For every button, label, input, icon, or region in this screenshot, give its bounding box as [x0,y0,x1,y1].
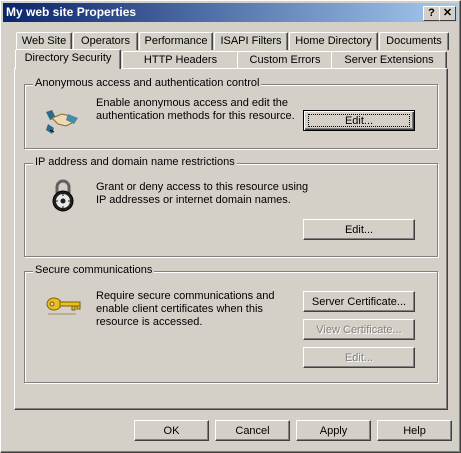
button-label: View Certificate... [316,324,402,336]
tab-custom-errors[interactable]: Custom Errors [237,51,333,69]
description-line: enable client certificates when this [96,303,263,315]
anonymous-edit-button[interactable]: Edit... [303,110,415,131]
description-line: Enable anonymous access and edit the [96,97,289,109]
tab-http-headers[interactable]: HTTP Headers [122,51,239,69]
server-certificate-button[interactable]: Server Certificate... [303,291,415,312]
tab-isapi-filters[interactable]: ISAPI Filters [214,32,288,50]
help-button[interactable]: Help [377,420,452,441]
ip-restrictions-group: IP address and domain name restrictions [24,156,438,257]
tab-home-directory[interactable]: Home Directory [289,32,378,50]
tab-operators[interactable]: Operators [73,32,138,50]
cancel-button[interactable]: Cancel [215,420,290,441]
description-line: Require secure communications and [96,290,275,302]
close-icon[interactable]: ✕ [439,6,456,21]
tab-web-site[interactable]: Web Site [16,32,72,50]
button-label: Edit... [344,352,374,364]
group-title: IP address and domain name restrictions [33,156,237,168]
tab-directory-security[interactable]: Directory Security [15,49,121,69]
description-line: Grant or deny access to this resource us… [96,181,309,193]
tab-performance[interactable]: Performance [139,32,213,50]
button-label: Edit... [344,115,374,127]
secure-description: Require secure communications and enable… [96,290,286,329]
window-title: My web site Properties [6,5,137,19]
ok-button[interactable]: OK [134,420,209,441]
group-title: Secure communications [33,264,155,276]
button-label: Edit... [344,224,374,236]
key-icon [46,294,82,321]
anonymous-description: Enable anonymous access and edit the aut… [96,97,296,123]
padlock-icon [51,179,75,216]
apply-button[interactable]: Apply [296,420,371,441]
view-certificate-button[interactable]: View Certificate... [303,319,415,340]
button-label: Server Certificate... [311,296,407,308]
secure-edit-button[interactable]: Edit... [303,347,415,368]
button-label: Cancel [235,425,270,437]
handshake-icon [44,106,80,139]
description-line: authentication methods for this resource… [96,110,295,122]
button-label: OK [163,425,180,437]
button-label: Help [403,425,426,437]
description-line: IP addresses or internet domain names. [96,194,291,206]
description-line: resource is accessed. [96,316,203,328]
title-bar[interactable]: My web site Properties ? ✕ [3,3,458,22]
ip-description: Grant or deny access to this resource us… [96,181,316,207]
group-title: Anonymous access and authentication cont… [33,77,262,89]
tab-server-extensions[interactable]: Server Extensions [331,51,447,69]
button-label: Apply [319,425,348,437]
tab-documents[interactable]: Documents [379,32,449,50]
help-icon[interactable]: ? [423,6,440,21]
ip-edit-button[interactable]: Edit... [303,219,415,240]
